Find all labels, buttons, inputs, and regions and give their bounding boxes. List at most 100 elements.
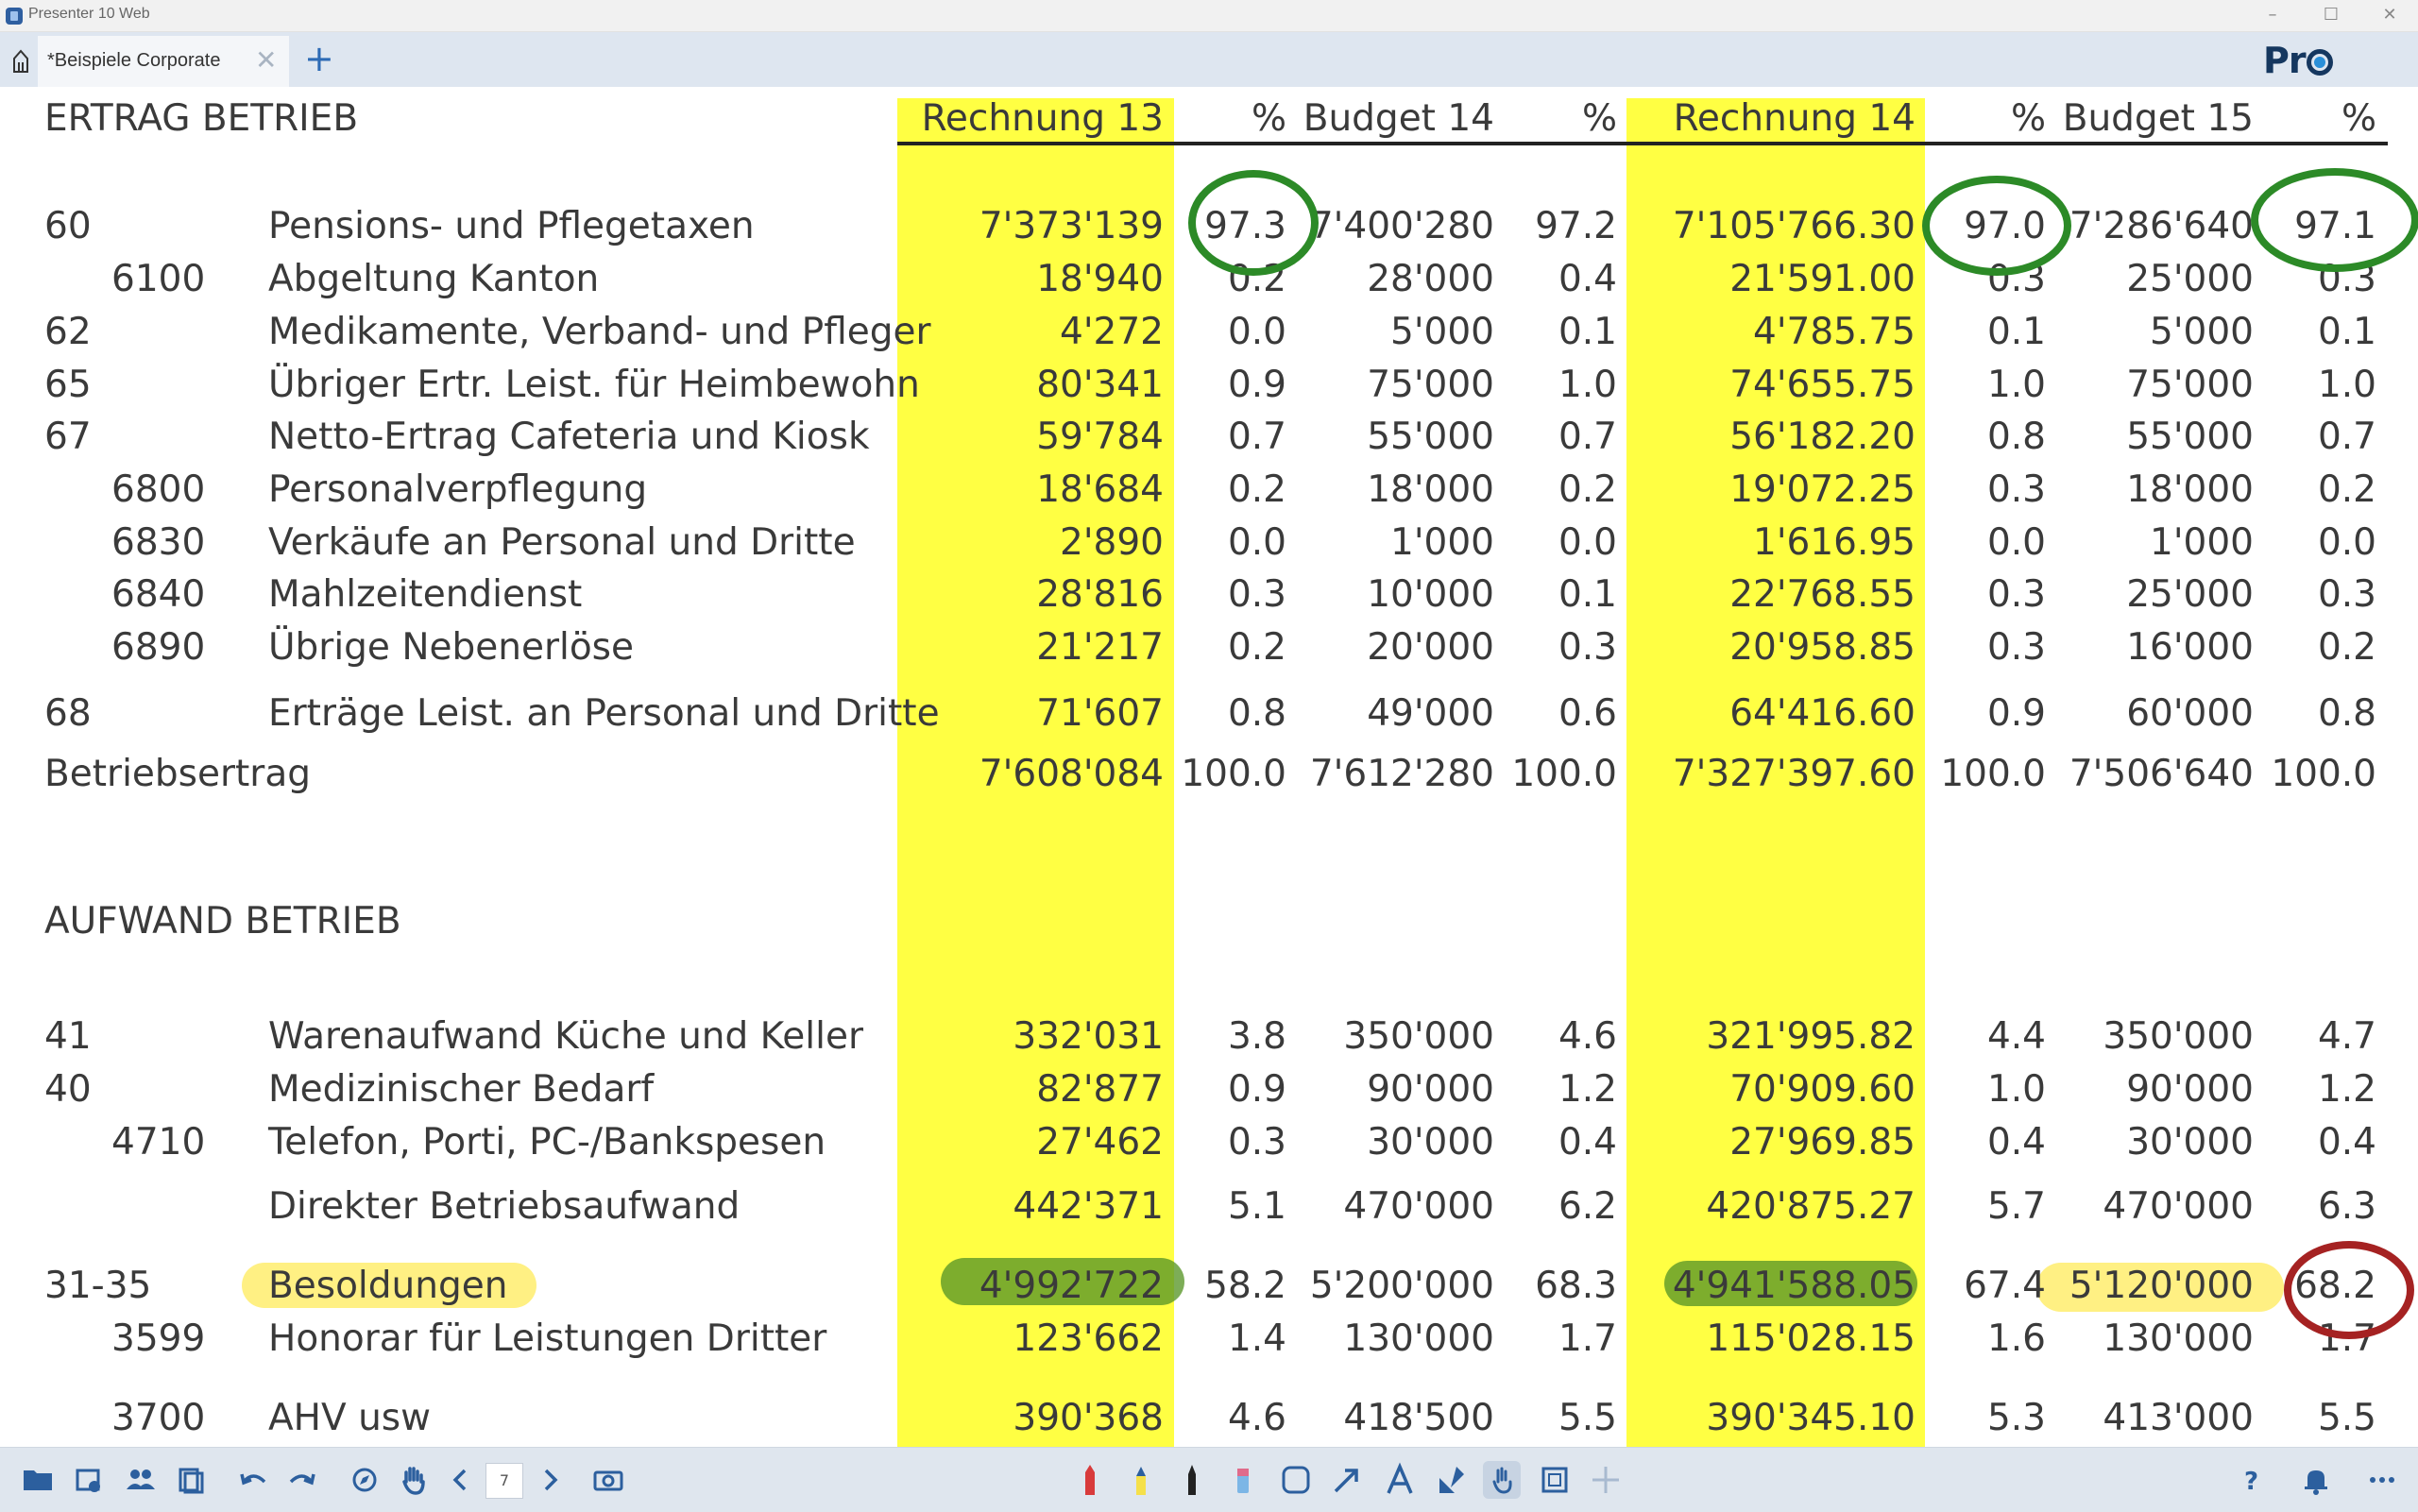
table-cell: 56'182.20 xyxy=(1729,416,1916,458)
table-cell: 0.1 xyxy=(1558,573,1617,616)
red-pen-icon[interactable] xyxy=(1071,1461,1109,1499)
more-options-icon[interactable] xyxy=(2363,1461,2401,1499)
table-cell: 18'000 xyxy=(1367,468,1494,511)
move-icon[interactable] xyxy=(1587,1461,1625,1499)
table-cell: 5.7 xyxy=(1986,1185,2046,1228)
next-page-icon[interactable] xyxy=(531,1461,569,1499)
previous-page-icon[interactable] xyxy=(442,1461,480,1499)
table-cell: 7'327'397.60 xyxy=(1672,753,1916,795)
table-cell: 25'000 xyxy=(2126,573,2254,616)
table-cell: 18'940 xyxy=(1036,258,1164,300)
table-cell: 1'616.95 xyxy=(1753,521,1916,564)
text-tool-icon[interactable] xyxy=(1381,1461,1419,1499)
table-cell: 75'000 xyxy=(2126,364,2254,406)
eraser-icon[interactable] xyxy=(1224,1461,1262,1499)
media-library-icon[interactable] xyxy=(70,1461,108,1499)
folder-icon[interactable] xyxy=(19,1461,57,1499)
column-header: Budget 15 xyxy=(2062,97,2254,140)
table-cell: 418'500 xyxy=(1343,1397,1494,1439)
minimize-button[interactable]: – xyxy=(2244,0,2301,32)
table-cell: 7'373'139 xyxy=(979,205,1164,247)
table-cell: 97.2 xyxy=(1535,205,1617,247)
arrow-icon[interactable] xyxy=(1328,1461,1366,1499)
table-cell: 22'768.55 xyxy=(1729,573,1916,616)
redo-icon[interactable] xyxy=(283,1461,321,1499)
table-cell: 90'000 xyxy=(1367,1068,1494,1111)
undo-icon[interactable] xyxy=(234,1461,272,1499)
table-cell: 0.2 xyxy=(1227,468,1286,511)
help-icon[interactable]: ? xyxy=(2233,1461,2271,1499)
table-cell: 60'000 xyxy=(2126,692,2254,735)
table-cell: 0.0 xyxy=(1227,311,1286,353)
home-icon[interactable] xyxy=(11,49,30,74)
table-cell: 413'000 xyxy=(2103,1397,2254,1439)
ruler-icon[interactable] xyxy=(1432,1461,1470,1499)
bell-icon[interactable] xyxy=(2297,1461,2335,1499)
table-cell: 5'000 xyxy=(2150,311,2254,353)
table-cell: 30'000 xyxy=(1367,1121,1494,1164)
table-cell: 130'000 xyxy=(2103,1317,2254,1360)
row-code: 6100 xyxy=(111,258,206,300)
table-cell: 4'941'588.05 xyxy=(1672,1265,1916,1307)
table-cell: 0.3 xyxy=(2317,573,2376,616)
table-cell: 0.4 xyxy=(1986,1121,2046,1164)
table-cell: 350'000 xyxy=(2103,1015,2254,1058)
table-cell: 7'612'280 xyxy=(1309,753,1494,795)
column-header: % xyxy=(2010,97,2046,140)
shape-icon[interactable] xyxy=(1277,1461,1315,1499)
frame-icon[interactable] xyxy=(1536,1461,1574,1499)
compass-icon[interactable] xyxy=(346,1461,383,1499)
table-cell: 68.3 xyxy=(1535,1265,1617,1307)
select-hand-icon[interactable] xyxy=(1483,1461,1521,1499)
table-cell: 4.6 xyxy=(1227,1397,1286,1439)
table-cell: 115'028.15 xyxy=(1706,1317,1916,1360)
table-cell: 5.5 xyxy=(1558,1397,1617,1439)
table-cell: 5'120'000 xyxy=(2069,1265,2254,1307)
slide-canvas[interactable]: ERTRAG BETRIEB AUFWAND BETRIEB Rechnung … xyxy=(0,87,2418,1447)
yellow-highlighter-icon[interactable] xyxy=(1122,1461,1160,1499)
table-cell: 30'000 xyxy=(2126,1121,2254,1164)
table-cell: 0.9 xyxy=(1986,692,2046,735)
table-cell: 0.3 xyxy=(1986,573,2046,616)
column-header: Budget 14 xyxy=(1303,97,1494,140)
pages-icon[interactable] xyxy=(172,1461,210,1499)
table-cell: 0.9 xyxy=(1227,364,1286,406)
table-cell: 67.4 xyxy=(1964,1265,2046,1307)
hand-icon[interactable] xyxy=(395,1461,433,1499)
maximize-button[interactable]: ☐ xyxy=(2303,0,2359,32)
black-pen-icon[interactable] xyxy=(1173,1461,1211,1499)
table-cell: 321'995.82 xyxy=(1706,1015,1916,1058)
row-label: Verkäufe an Personal und Dritte xyxy=(268,521,856,564)
close-window-button[interactable]: ✕ xyxy=(2361,0,2418,32)
camera-icon[interactable] xyxy=(589,1461,627,1499)
add-tab-button[interactable]: + xyxy=(304,40,334,77)
table-cell: 0.8 xyxy=(2317,692,2376,735)
table-cell: 5'200'000 xyxy=(1309,1265,1494,1307)
tab-beispiele-corporate[interactable]: *Beispiele Corporate ✕ xyxy=(38,36,289,87)
table-cell: 0.2 xyxy=(2317,468,2376,511)
page-number-field[interactable]: 7 xyxy=(485,1463,523,1499)
table-cell: 0.8 xyxy=(1986,416,2046,458)
table-cell: 49'000 xyxy=(1367,692,1494,735)
tab-close-icon[interactable]: ✕ xyxy=(255,45,277,76)
table-cell: 71'607 xyxy=(1036,692,1164,735)
users-icon[interactable] xyxy=(121,1461,159,1499)
table-cell: 74'655.75 xyxy=(1729,364,1916,406)
table-cell: 5'000 xyxy=(1390,311,1494,353)
table-cell: 4'992'722 xyxy=(979,1265,1164,1307)
table-cell: 0.7 xyxy=(1558,416,1617,458)
table-cell: 1.0 xyxy=(2317,364,2376,406)
row-label: Personalverpflegung xyxy=(268,468,648,511)
column-header: % xyxy=(1581,97,1617,140)
table-cell: 100.0 xyxy=(1181,753,1286,795)
row-code: 67 xyxy=(44,416,92,458)
table-cell: 70'909.60 xyxy=(1729,1068,1916,1111)
table-cell: 7'400'280 xyxy=(1309,205,1494,247)
table-cell: 0.8 xyxy=(1227,692,1286,735)
row-label: Medizinischer Bedarf xyxy=(268,1068,655,1111)
table-cell: 1.7 xyxy=(1558,1317,1617,1360)
row-code: 6830 xyxy=(111,521,206,564)
table-cell: 55'000 xyxy=(2126,416,2254,458)
table-cell: 21'217 xyxy=(1036,626,1164,669)
green-circle-annotation xyxy=(2251,168,2418,272)
